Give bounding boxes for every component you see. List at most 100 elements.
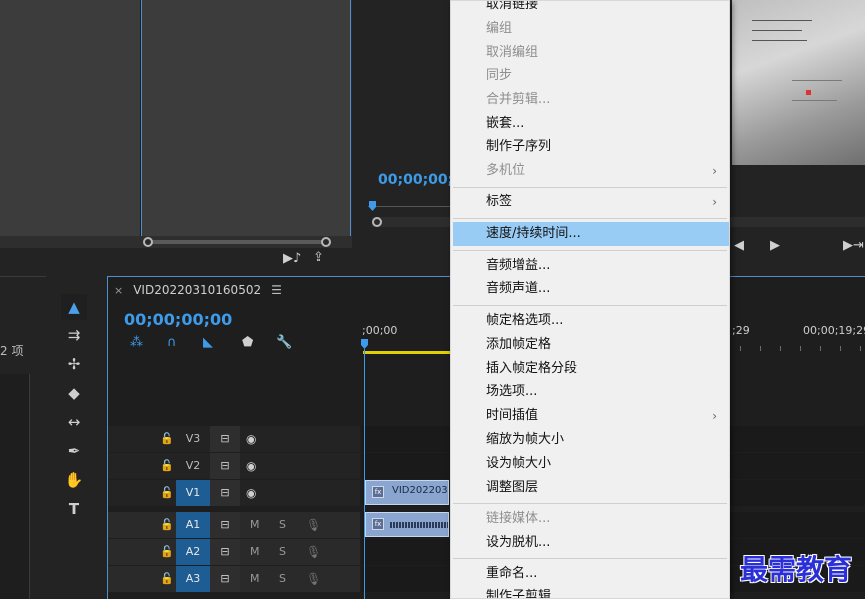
timeline-playhead-line <box>364 349 365 599</box>
lock-icon[interactable]: 🔓 <box>160 518 174 531</box>
razor-tool-icon[interactable]: ◆ <box>61 380 87 406</box>
menu-item-make-offline[interactable]: 设为脱机... <box>451 531 729 555</box>
menu-item-link-media[interactable]: 链接媒体... <box>451 507 729 531</box>
track-select-tool-icon[interactable]: ⇉ <box>61 322 87 348</box>
sync-lock-icon[interactable]: ⊟ <box>210 480 240 506</box>
menu-separator <box>453 250 727 251</box>
project-list[interactable] <box>0 374 30 599</box>
track-name-a1[interactable]: A1 <box>176 512 210 538</box>
panel-menu-icon[interactable]: ☰ <box>271 283 282 297</box>
microphone-icon[interactable]: 🎙 <box>306 539 321 565</box>
menu-item-set-to-frame-size[interactable]: 设为帧大小 <box>451 452 729 476</box>
type-tool-icon[interactable]: T <box>61 496 87 522</box>
audio-clip[interactable]: fx <box>365 512 449 537</box>
mute-button[interactable]: M <box>250 566 260 592</box>
source-footer: ▶♪ ⇪ <box>0 248 352 270</box>
track-name-v1[interactable]: V1 <box>176 480 210 506</box>
menu-item-nest[interactable]: 嵌套... <box>451 112 729 136</box>
sync-lock-icon[interactable]: ⊟ <box>210 453 240 479</box>
step-forward-icon[interactable]: ▶⇥ <box>843 238 864 253</box>
menu-item-adjustment-layer[interactable]: 调整图层 <box>451 476 729 500</box>
sync-lock-icon[interactable]: ⊟ <box>210 512 240 538</box>
menu-item-add-frame-hold[interactable]: 添加帧定格 <box>451 333 729 357</box>
chevron-right-icon: › <box>712 409 717 423</box>
ruler-tick <box>800 346 801 351</box>
lock-icon[interactable]: 🔓 <box>160 459 174 472</box>
menu-item-unlink[interactable]: 取消链接 <box>451 1 729 17</box>
timeline-tab-title: VID20220310160502 <box>133 283 262 297</box>
pen-tool-icon[interactable]: ✒ <box>61 438 87 464</box>
insert-audio-icon[interactable]: ▶♪ <box>283 251 301 266</box>
close-icon[interactable]: × <box>114 284 123 297</box>
ripple-edit-tool-icon[interactable]: ✢ <box>61 351 87 377</box>
microphone-icon[interactable]: 🎙 <box>306 512 321 538</box>
menu-item-label: 缩放为帧大小 <box>486 432 565 447</box>
eye-icon[interactable]: ◉ <box>246 426 256 452</box>
ruler-tick <box>740 346 741 351</box>
menu-item-frame-hold-options[interactable]: 帧定格选项... <box>451 309 729 333</box>
export-frame-icon[interactable]: ⇪ <box>313 250 324 265</box>
menu-item-audio-channels[interactable]: 音频声道... <box>451 277 729 301</box>
menu-item-insert-frame-hold-segment[interactable]: 插入帧定格分段 <box>451 357 729 381</box>
track-name-a2[interactable]: A2 <box>176 539 210 565</box>
track-name-v3[interactable]: V3 <box>176 426 210 452</box>
slip-tool-icon[interactable]: ↔ <box>61 409 87 435</box>
ruler-label-start: ;00;00 <box>362 324 398 337</box>
sync-lock-icon[interactable]: ⊟ <box>210 426 240 452</box>
snap-icon[interactable]: ∩ <box>167 335 177 350</box>
menu-item-merge-clips[interactable]: 合并剪辑... <box>451 88 729 112</box>
menu-item-speed-duration[interactable]: 速度/持续时间... <box>453 222 729 246</box>
track-name-v2[interactable]: V2 <box>176 453 210 479</box>
menu-item-ungroup[interactable]: 取消编组 <box>451 41 729 65</box>
lock-icon[interactable]: 🔓 <box>160 486 174 499</box>
solo-button[interactable]: S <box>279 512 286 538</box>
lock-icon[interactable]: 🔓 <box>160 432 174 445</box>
hand-tool-icon[interactable]: ✋ <box>61 467 87 493</box>
menu-item-multi-camera[interactable]: 多机位 › <box>451 159 729 183</box>
mute-button[interactable]: M <box>250 512 260 538</box>
menu-item-label: 插入帧定格分段 <box>486 361 578 376</box>
program-in-handle[interactable] <box>372 217 382 227</box>
menu-item-label: 合并剪辑... <box>486 92 551 107</box>
source-out-handle[interactable] <box>321 237 331 247</box>
solo-button[interactable]: S <box>279 566 286 592</box>
video-detail-dot <box>806 90 811 95</box>
menu-item-field-options[interactable]: 场选项... <box>451 380 729 404</box>
lock-icon[interactable]: 🔓 <box>160 572 174 585</box>
tools-panel: ▲ ⇉ ✢ ◆ ↔ ✒ ✋ T <box>55 287 95 599</box>
menu-item-make-subsequence[interactable]: 制作子序列 <box>451 135 729 159</box>
sync-lock-icon[interactable]: ⊟ <box>210 539 240 565</box>
source-scrub-bar[interactable] <box>0 236 352 248</box>
microphone-icon[interactable]: 🎙 <box>306 566 321 592</box>
video-clip[interactable]: fx VID20220310 <box>365 480 449 505</box>
solo-button[interactable]: S <box>279 539 286 565</box>
timeline-timecode[interactable]: 00;00;00;00 <box>124 310 232 329</box>
selection-tool-icon[interactable]: ▲ <box>61 294 87 320</box>
menu-item-label: 添加帧定格 <box>486 337 552 352</box>
menu-item-synchronize[interactable]: 同步 <box>451 64 729 88</box>
add-marker-icon[interactable]: ⬟ <box>242 335 253 350</box>
menu-item-rename[interactable]: 重命名... <box>451 562 729 586</box>
eye-icon[interactable]: ◉ <box>246 453 256 479</box>
lock-icon[interactable]: 🔓 <box>160 545 174 558</box>
audio-waveform <box>390 522 448 528</box>
timeline-tab[interactable]: × VID20220310160502 ☰ <box>114 283 282 297</box>
play-icon[interactable]: ▶ <box>770 238 780 253</box>
track-name-a3[interactable]: A3 <box>176 566 210 592</box>
menu-item-time-interpolation[interactable]: 时间插值 › <box>451 404 729 428</box>
step-back-icon[interactable]: ◀ <box>734 238 744 253</box>
source-in-handle[interactable] <box>143 237 153 247</box>
settings-wrench-icon[interactable]: 🔧 <box>276 335 292 350</box>
menu-item-audio-gain[interactable]: 音频增益... <box>451 254 729 278</box>
eye-icon[interactable]: ◉ <box>246 480 256 506</box>
linked-selection-icon[interactable]: ◣ <box>203 335 213 350</box>
menu-item-make-subclip[interactable]: 制作子剪辑... <box>451 585 729 598</box>
menu-item-group[interactable]: 编组 <box>451 17 729 41</box>
menu-item-label-color[interactable]: 标签 › <box>451 190 729 214</box>
nest-sequence-icon[interactable]: ⁂ <box>130 335 143 350</box>
sync-lock-icon[interactable]: ⊟ <box>210 566 240 592</box>
source-monitor-video <box>141 0 351 236</box>
menu-item-scale-to-frame-size[interactable]: 缩放为帧大小 <box>451 428 729 452</box>
mute-button[interactable]: M <box>250 539 260 565</box>
work-area-bar[interactable] <box>363 351 450 354</box>
